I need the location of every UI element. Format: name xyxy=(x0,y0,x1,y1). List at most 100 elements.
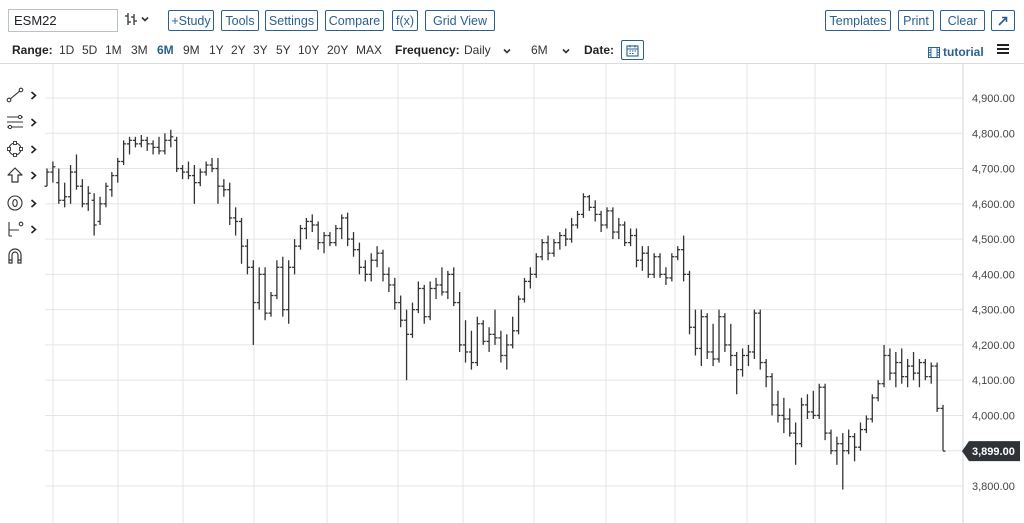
ohlc-bar xyxy=(44,168,50,187)
ohlc-bar xyxy=(309,214,315,233)
range-6m[interactable]: 6M xyxy=(157,43,174,57)
top-toolbar: GO +Study Tools Settings Compare f(x) Gr… xyxy=(0,0,1024,40)
ohlc-bar xyxy=(716,309,722,363)
range-20y[interactable]: 20Y xyxy=(327,43,348,57)
y-tick-label: 4,400.00 xyxy=(972,269,1015,281)
ohlc-bar xyxy=(628,228,634,247)
ohlc-bar xyxy=(351,232,357,257)
date-picker-button[interactable] xyxy=(621,40,644,60)
ohlc-bar xyxy=(604,207,610,229)
ohlc-bar xyxy=(91,193,97,236)
ohlc-bar xyxy=(622,221,628,247)
ohlc-bar xyxy=(521,277,527,303)
ohlc-bar xyxy=(463,320,469,363)
ohlc-bar xyxy=(109,172,115,197)
ohlc-bar xyxy=(339,214,345,240)
ohlc-bar xyxy=(345,212,351,247)
function-button[interactable]: f(x) xyxy=(392,10,418,31)
compare-button[interactable]: Compare xyxy=(325,10,384,31)
ohlc-bar xyxy=(115,157,121,183)
print-button[interactable]: Print xyxy=(898,10,934,31)
ohlc-bar xyxy=(598,210,604,233)
menu-button[interactable] xyxy=(996,43,1010,58)
ohlc-bar xyxy=(645,246,651,278)
range-9m[interactable]: 9M xyxy=(183,43,200,57)
calendar-icon xyxy=(626,44,639,57)
ohlc-bar xyxy=(239,217,245,264)
range-3m[interactable]: 3M xyxy=(131,43,148,57)
tutorial-link[interactable]: tutorial xyxy=(928,45,984,59)
grid-view-button[interactable]: Grid View xyxy=(425,10,495,31)
templates-button[interactable]: Templates xyxy=(825,10,891,31)
ohlc-bar xyxy=(527,267,533,289)
ohlc-bar xyxy=(539,239,545,261)
y-tick-label: 4,900.00 xyxy=(972,93,1015,105)
ohlc-bar xyxy=(775,390,781,423)
range-10y[interactable]: 10Y xyxy=(298,43,319,57)
ohlc-bar xyxy=(922,359,928,381)
symbol-input[interactable] xyxy=(9,10,117,31)
ohlc-bar xyxy=(869,394,875,423)
ohlc-bar xyxy=(704,313,710,360)
range-1y[interactable]: 1Y xyxy=(209,43,224,57)
ohlc-bar xyxy=(191,165,197,204)
tools-button[interactable]: Tools xyxy=(221,10,259,31)
ohlc-bar xyxy=(280,256,286,317)
ohlc-bar xyxy=(451,267,457,307)
range-max[interactable]: MAX xyxy=(356,43,382,57)
ohlc-bar xyxy=(893,351,899,388)
range-1m[interactable]: 1M xyxy=(105,43,122,57)
range-2y[interactable]: 2Y xyxy=(231,43,246,57)
ohlc-bar xyxy=(180,165,186,180)
ohlc-bar xyxy=(162,133,168,155)
period-select[interactable]: 6M xyxy=(531,43,571,57)
ohlc-bar xyxy=(787,408,793,437)
chevron-down-icon xyxy=(141,16,149,22)
ohlc-bar xyxy=(468,330,474,370)
range-1d[interactable]: 1D xyxy=(59,43,74,57)
ohlc-bar xyxy=(386,267,392,292)
ohlc-bar xyxy=(498,330,504,363)
ohlc-bar xyxy=(315,221,321,250)
y-tick-label: 4,300.00 xyxy=(972,305,1015,317)
last-price-tag: 3,899.00 xyxy=(962,441,1020,462)
chart-type-select[interactable] xyxy=(124,12,150,26)
ohlc-bar xyxy=(215,157,221,204)
ohlc-bar xyxy=(68,165,74,204)
ohlc-bar xyxy=(127,136,133,155)
ohlc-bar xyxy=(168,129,174,148)
ohlc-bar xyxy=(492,309,498,345)
date-label: Date: xyxy=(584,43,615,57)
ohlc-bar xyxy=(445,270,451,300)
ohlc-bar xyxy=(510,316,516,349)
ohlc-bar xyxy=(297,224,303,250)
ohlc-bar xyxy=(185,161,191,180)
range-bar: Range: 1D 5D 1M 3M 6M 9M 1Y 2Y 3Y 5Y 10Y… xyxy=(0,40,1024,62)
ohlc-bar xyxy=(698,309,704,367)
ohlc-bar xyxy=(427,281,433,321)
settings-button[interactable]: Settings xyxy=(265,10,318,31)
ohlc-bar xyxy=(639,246,645,271)
expand-button[interactable] xyxy=(991,10,1015,31)
frequency-value: Daily xyxy=(464,43,491,57)
add-study-button[interactable]: +Study xyxy=(168,10,214,31)
price-chart[interactable]: 4,900.00 4,800.00 4,700.00 4,600.00 4,500.00… xyxy=(0,64,1024,523)
ohlc-bar xyxy=(286,260,292,324)
ohlc-bar xyxy=(121,140,127,166)
range-3y[interactable]: 3Y xyxy=(253,43,268,57)
frequency-select[interactable]: Daily xyxy=(464,43,512,57)
ohlc-bar xyxy=(887,348,893,381)
ohlc-bar xyxy=(751,309,757,360)
ohlc-bar xyxy=(221,179,227,197)
ohlc-bar xyxy=(563,228,569,247)
range-5d[interactable]: 5D xyxy=(82,43,97,57)
ohlc-bar xyxy=(156,136,162,155)
ohlc-bar xyxy=(374,246,380,268)
clear-button[interactable]: Clear xyxy=(940,10,985,31)
last-price-label: 3,899.00 xyxy=(972,446,1015,458)
ohlc-bar xyxy=(580,193,586,218)
ohlc-bar xyxy=(852,433,858,462)
ohlc-bar xyxy=(692,309,698,356)
ohlc-bar xyxy=(875,380,881,402)
range-5y[interactable]: 5Y xyxy=(276,43,291,57)
